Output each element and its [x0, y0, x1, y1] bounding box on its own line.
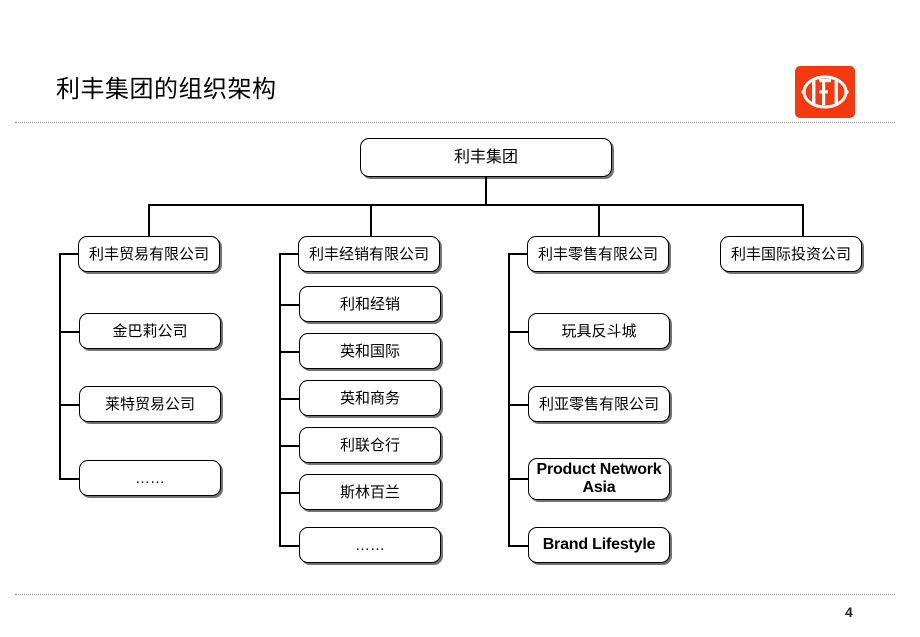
li-and-fung-logo	[795, 66, 855, 118]
connector-drop-col1	[148, 204, 150, 236]
node-label: ……	[135, 469, 165, 487]
connector-col1-stub-3	[59, 478, 79, 480]
connector-col2-stub-4	[279, 445, 299, 447]
slide-canvas: 利丰集团的组织架构 4 利丰集团 利丰贸易有限公司 金巴莉公司 莱特贸易公司 ……	[0, 0, 920, 637]
connector-col1-stub-1	[59, 331, 79, 333]
node-label: 利亚零售有限公司	[538, 395, 659, 413]
node-label: 利联仓行	[339, 436, 400, 454]
node-col4-parent[interactable]: 利丰国际投资公司	[720, 236, 862, 272]
node-label: 利和经销	[339, 295, 400, 313]
node-col1-child-1[interactable]: 金巴莉公司	[79, 313, 221, 349]
header-divider	[15, 122, 895, 123]
node-label: 利丰经销有限公司	[308, 245, 429, 263]
node-col1-child-3[interactable]: ……	[79, 460, 221, 496]
node-col3-child-4[interactable]: Brand Lifestyle	[528, 527, 670, 563]
node-col3-parent[interactable]: 利丰零售有限公司	[527, 236, 669, 272]
connector-level2-bus	[148, 204, 804, 206]
connector-col1-spine	[59, 253, 61, 480]
connector-col3-parent-stub	[508, 253, 528, 255]
connector-col3-stub-4	[508, 545, 528, 547]
connector-col1-parent-stub	[59, 253, 79, 255]
page-number: 4	[845, 604, 853, 620]
connector-root-drop	[485, 177, 487, 205]
connector-col2-stub-2	[279, 351, 299, 353]
node-col3-child-3[interactable]: Product Network Asia	[528, 458, 670, 500]
node-label: 利丰贸易有限公司	[88, 245, 209, 263]
node-col2-parent[interactable]: 利丰经销有限公司	[298, 236, 440, 272]
connector-col1-stub-2	[59, 404, 79, 406]
node-col3-child-1[interactable]: 玩具反斗城	[528, 313, 670, 349]
connector-col2-parent-stub	[279, 253, 299, 255]
node-col1-child-2[interactable]: 莱特贸易公司	[79, 386, 221, 422]
connector-drop-col2	[370, 204, 372, 236]
node-root[interactable]: 利丰集团	[360, 138, 612, 177]
node-label: Product Network Asia	[536, 461, 662, 496]
connector-col3-stub-2	[508, 404, 528, 406]
node-label: 莱特贸易公司	[104, 395, 195, 413]
node-label: 利丰国际投资公司	[730, 245, 851, 263]
node-col1-parent[interactable]: 利丰贸易有限公司	[78, 236, 220, 272]
node-col2-child-5[interactable]: 斯林百兰	[299, 474, 441, 510]
node-label: 英和国际	[339, 342, 400, 360]
node-col2-child-6[interactable]: ……	[299, 527, 441, 563]
connector-col2-stub-6	[279, 545, 299, 547]
connector-col2-stub-5	[279, 492, 299, 494]
connector-col3-stub-1	[508, 331, 528, 333]
footer-divider	[15, 594, 895, 595]
connector-col3-spine	[508, 253, 510, 546]
node-label: Brand Lifestyle	[542, 536, 656, 553]
node-label: ……	[355, 536, 385, 554]
node-col2-child-1[interactable]: 利和经销	[299, 286, 441, 322]
connector-col2-stub-1	[279, 304, 299, 306]
node-col3-child-2[interactable]: 利亚零售有限公司	[528, 386, 670, 422]
connector-drop-col3	[598, 204, 600, 236]
node-label: 斯林百兰	[339, 483, 400, 501]
node-label: 利丰零售有限公司	[537, 245, 658, 263]
node-label: 利丰集团	[453, 149, 518, 166]
connector-col2-stub-3	[279, 398, 299, 400]
connector-col3-stub-3	[508, 478, 528, 480]
node-label: 金巴莉公司	[112, 322, 188, 340]
node-col2-child-2[interactable]: 英和国际	[299, 333, 441, 369]
node-label: 玩具反斗城	[561, 322, 637, 340]
node-label: 英和商务	[339, 389, 400, 407]
connector-drop-col4	[802, 204, 804, 236]
page-title: 利丰集团的组织架构	[56, 76, 277, 103]
node-col2-child-4[interactable]: 利联仓行	[299, 427, 441, 463]
node-col2-child-3[interactable]: 英和商务	[299, 380, 441, 416]
